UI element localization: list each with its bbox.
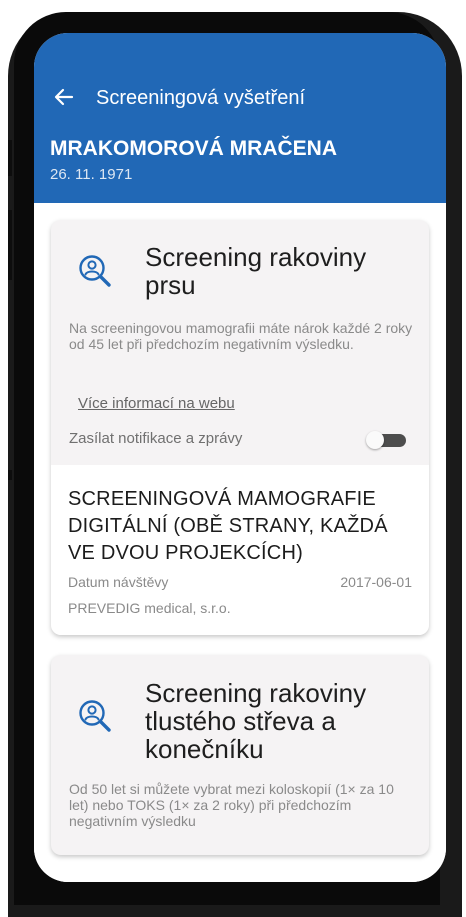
exam-record[interactable]: SCREENINGOVÁ MAMOGRAFIE DIGITÁLNÍ (OBĚ S…	[51, 465, 429, 635]
phone-side-button	[8, 140, 12, 176]
screening-list: Screening rakoviny prsu Na screeningovou…	[34, 203, 446, 882]
search-person-icon	[79, 700, 111, 732]
phone-side-button	[8, 470, 12, 480]
card-description: Na screeningovou mamografii máte nárok k…	[69, 320, 413, 352]
more-info-link[interactable]: Více informací na webu	[78, 395, 235, 412]
visit-date-value: 2017-06-01	[340, 574, 412, 590]
screen: Screeningová vyšetření MRAKOMOROVÁ MRAČE…	[34, 33, 446, 882]
app-bar: Screeningová vyšetření MRAKOMOROVÁ MRAČE…	[34, 33, 446, 203]
screening-card-breast[interactable]: Screening rakoviny prsu Na screeningovou…	[51, 220, 429, 635]
card-title-line: tlustého střeva a	[145, 706, 336, 736]
card-title-line: konečníku	[145, 734, 264, 764]
visit-date-label: Datum návštěvy	[68, 574, 169, 590]
arrow-left-icon[interactable]	[52, 85, 76, 109]
card-title-line: Screening rakoviny	[145, 678, 367, 708]
card-title-line: prsu	[145, 270, 196, 300]
toggle-thumb	[366, 431, 384, 449]
card-title-line: Screening rakoviny	[145, 242, 367, 272]
exam-title: SCREENINGOVÁ MAMOGRAFIE DIGITÁLNÍ (OBĚ S…	[68, 488, 388, 564]
card-description: Od 50 let si můžete vybrat mezi koloskop…	[69, 781, 394, 829]
exam-provider: PREVEDIG medical, s.r.o.	[68, 600, 231, 616]
search-person-icon	[79, 255, 111, 287]
phone-side-button	[8, 210, 12, 280]
patient-name: MRAKOMOROVÁ MRAČENA	[50, 137, 337, 160]
screening-card-colorectal[interactable]: Screening rakoviny tlustého střeva a kon…	[51, 655, 429, 855]
notification-toggle[interactable]	[366, 431, 406, 449]
patient-birthdate: 26. 11. 1971	[50, 166, 133, 183]
page-title: Screeningová vyšetření	[96, 87, 306, 109]
notification-label: Zasílat notifikace a zprávy	[69, 430, 243, 447]
